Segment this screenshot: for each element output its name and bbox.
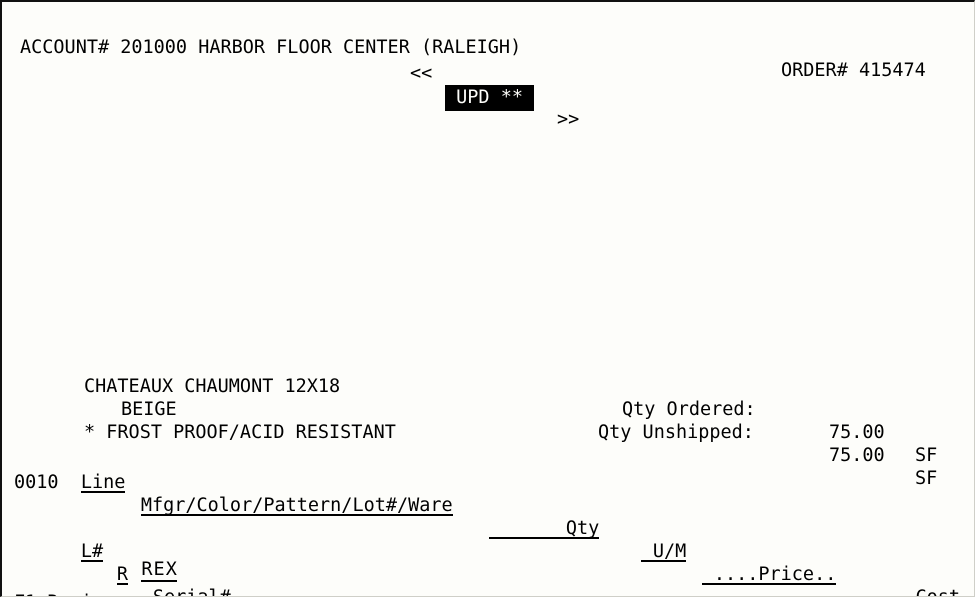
grid-header-row-1: Line Mfgr/Color/Pattern/Lot#/Ware Qty U/… (2, 425, 974, 596)
header-row: ACCOUNT# 201000 HARBOR FLOOR CENTER (RAL… (2, 13, 926, 81)
account-line: ACCOUNT# 201000 HARBOR FLOOR CENTER (RAL… (20, 37, 522, 58)
qty-ordered-uom: SF (915, 445, 938, 466)
item-note: * FROST PROOF/ACID RESISTANT (84, 422, 396, 443)
mode-badge[interactable]: UPD ** (445, 85, 535, 111)
item-description-row: CHATEAUX CHAUMONT 12X18 Qty Ordered: 75.… (2, 352, 937, 466)
function-key-footer: F1=Review. F3=S/Ns. F4=Delete. F6=Spcl I… (2, 568, 125, 596)
col-header-mfgr: Mfgr/Color/Pattern/Lot#/Ware (140, 495, 453, 516)
item-color: BEIGE (121, 399, 177, 420)
qty-unshipped-value: 75.00 (829, 445, 885, 466)
prev-page-arrow[interactable]: << (410, 62, 432, 85)
grid-header-row-2: L# R Serial# Loc Recv? Restk% C/C Ship-D… (2, 494, 231, 596)
cell-line-number: 0010 (14, 472, 59, 493)
next-page-arrow[interactable]: >> (557, 108, 579, 131)
qty-ordered-value: 75.00 (829, 422, 885, 443)
qty-ordered-label: Qty Ordered: (622, 399, 756, 420)
fkey-f1-review[interactable]: F1=Review. (14, 591, 125, 596)
grid-data-row-2: B 080504 R LP . (2, 520, 47, 543)
terminal-screen: ACCOUNT# 201000 HARBOR FLOOR CENTER (RAL… (0, 0, 975, 597)
item-description: CHATEAUX CHAUMONT 12X18 (84, 376, 341, 397)
mode-row: << UPD ** >> (2, 39, 579, 130)
item-color-row: BEIGE Qty Unshipped: 75.00 SF (2, 375, 937, 489)
item-note-row: * FROST PROOF/ACID RESISTANT (2, 398, 396, 443)
order-line: ORDER# 415474 (781, 60, 926, 81)
qty-unshipped-uom: SF (915, 468, 938, 489)
qty-unshipped-label: Qty Unshipped: (598, 422, 754, 443)
grid-data-row-1: 0010 REX 4093 S017 RAL . 00 (2, 448, 178, 582)
